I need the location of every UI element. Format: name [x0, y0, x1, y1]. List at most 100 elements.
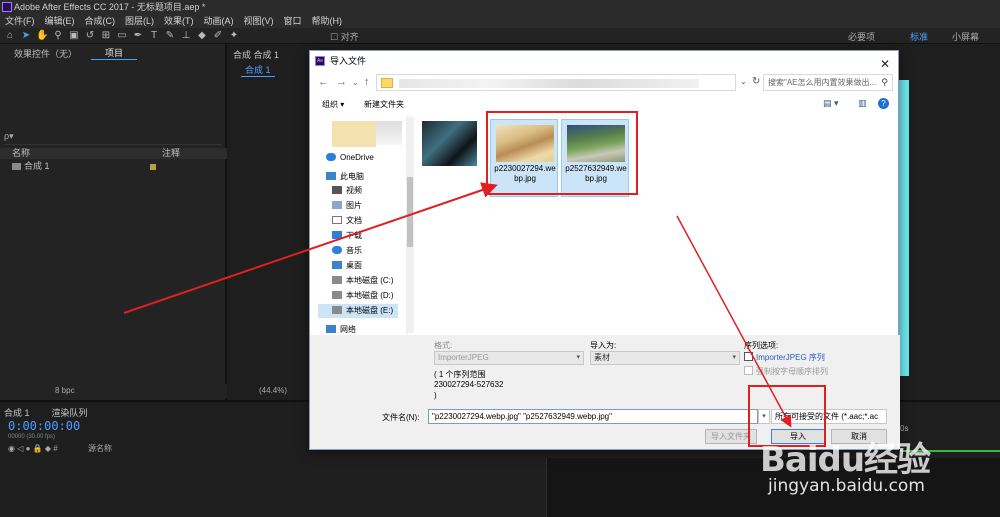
home-icon[interactable]: ⌂: [4, 30, 16, 42]
import-as-select[interactable]: 素材 ▾: [590, 351, 740, 365]
project-item-row[interactable]: 合成 1: [0, 161, 227, 172]
menu-bar: 文件(F) 编辑(E) 合成(C) 图层(L) 效果(T) 动画(A) 视图(V…: [0, 14, 1000, 28]
recent-dropdown-icon[interactable]: ⌄: [352, 78, 359, 87]
menu-effect[interactable]: 效果(T): [159, 14, 199, 28]
project-search-input[interactable]: ρ▾: [4, 131, 222, 145]
refresh-icon[interactable]: ↻: [752, 76, 760, 87]
nav-desktop[interactable]: 桌面: [332, 259, 362, 273]
nav-disk-e[interactable]: 本地磁盘 (E:): [318, 304, 398, 318]
nav-pictures-label: 图片: [346, 201, 362, 210]
current-time-display[interactable]: 0:00:00:00: [8, 419, 80, 433]
filename-label: 文件名(N):: [382, 413, 420, 422]
tab-effect-controls[interactable]: 效果控件（无）: [0, 47, 91, 60]
filename-input[interactable]: "p2230027294.webp.jpg" "p2527632949.webp…: [428, 409, 758, 424]
search-input[interactable]: 搜索"AE怎么用内置效果做出... ⚲: [763, 74, 893, 91]
bpc-indicator[interactable]: 8 bpc: [55, 386, 75, 395]
nav-videos[interactable]: 视频: [332, 184, 362, 198]
source-name-header[interactable]: 源名称: [88, 443, 112, 455]
nav-onedrive[interactable]: OneDrive: [326, 151, 374, 165]
ae-app-icon: Ae: [315, 56, 325, 66]
nav-disk-d-label: 本地磁盘 (D:): [346, 291, 394, 300]
back-arrow-icon[interactable]: ←: [318, 76, 329, 88]
zoom-tool-icon[interactable]: ⚲: [52, 30, 64, 42]
range-line-2: 230027294-527632: [434, 380, 504, 389]
nav-desktop-label: 桌面: [346, 261, 362, 270]
search-placeholder: 搜索"AE怎么用内置效果做出...: [768, 78, 877, 87]
brush-tool-icon[interactable]: ✎: [164, 30, 176, 42]
snap-toggle[interactable]: ☐ 对齐: [330, 30, 359, 43]
address-dropdown-icon[interactable]: ⌄: [740, 77, 747, 86]
rectangle-tool-icon[interactable]: ▭: [116, 30, 128, 42]
eraser-tool-icon[interactable]: ◆: [196, 30, 208, 42]
zoom-level[interactable]: (44.4%): [259, 386, 287, 395]
preview-pane-icon[interactable]: ▥: [858, 98, 867, 109]
type-tool-icon[interactable]: T: [148, 30, 160, 42]
picture-icon: [332, 201, 342, 209]
menu-file[interactable]: 文件(F): [0, 14, 40, 28]
pan-behind-tool-icon[interactable]: ⊞: [100, 30, 112, 42]
nav-documents[interactable]: 文档: [332, 214, 362, 228]
composition-subtab[interactable]: 合成 1: [241, 63, 275, 77]
menu-composition[interactable]: 合成(C): [80, 14, 121, 28]
drive-icon: [332, 291, 342, 299]
tab-project[interactable]: 项目: [91, 46, 138, 60]
camera-tool-icon[interactable]: ▣: [68, 30, 80, 42]
column-comment-header[interactable]: 注释: [162, 148, 180, 159]
nav-disk-c[interactable]: 本地磁盘 (C:): [332, 274, 394, 288]
column-name-header[interactable]: 名称: [12, 148, 30, 159]
hand-tool-icon[interactable]: ✋: [36, 30, 48, 42]
up-arrow-icon[interactable]: ↑: [364, 76, 370, 88]
change-view-icon[interactable]: ▤ ▾: [823, 98, 839, 109]
selection-tool-icon[interactable]: ➤: [20, 30, 32, 42]
blurred-quick-access-item[interactable]: [332, 121, 376, 147]
watermark-main: Baidu经验: [760, 440, 931, 480]
help-icon[interactable]: ?: [878, 98, 889, 109]
pen-tool-icon[interactable]: ✒: [132, 30, 144, 42]
menu-animation[interactable]: 动画(A): [199, 14, 239, 28]
after-effects-logo-icon: [2, 2, 12, 12]
format-select: ImporterJPEG ▾: [434, 351, 584, 365]
close-icon[interactable]: ✕: [880, 54, 890, 74]
annotation-highlight-files: [486, 111, 638, 195]
roto-brush-tool-icon[interactable]: ✐: [212, 30, 224, 42]
navigation-pane: OneDrive 此电脑 视频 图片 文档 下载 音乐 桌面 本地磁盘 (C:)…: [318, 115, 414, 335]
blurred-file-thumbnail[interactable]: [422, 121, 477, 166]
timeline-tabs: 合成 1 渲染队列: [4, 406, 88, 419]
menu-layer[interactable]: 图层(L): [120, 14, 159, 28]
tab-render-queue[interactable]: 渲染队列: [52, 406, 88, 419]
organize-button[interactable]: 组织 ▾: [322, 99, 344, 110]
workspace-standard[interactable]: 标准: [910, 30, 928, 43]
tab-timeline-comp[interactable]: 合成 1: [4, 406, 30, 419]
folder-icon: [381, 78, 393, 88]
menu-edit[interactable]: 编辑(E): [40, 14, 80, 28]
menu-view[interactable]: 视图(V): [239, 14, 279, 28]
nav-music[interactable]: 音乐: [332, 244, 362, 258]
label-color-swatch[interactable]: [150, 164, 156, 170]
command-bar: 组织 ▾ 新建文件夹 ▤ ▾ ▥ ?: [310, 96, 900, 112]
nav-onedrive-label: OneDrive: [340, 153, 374, 162]
dialog-title: 导入文件: [330, 56, 367, 66]
search-icon[interactable]: ⚲: [881, 75, 888, 90]
watermark-url: jingyan.baidu.com: [768, 476, 925, 496]
forward-arrow-icon[interactable]: →: [336, 76, 347, 88]
nav-downloads-label: 下载: [346, 231, 362, 240]
workspace-essentials[interactable]: 必要项: [848, 30, 875, 43]
sequence-checkbox-label[interactable]: ImporterJPEG 序列: [756, 352, 825, 363]
clone-stamp-tool-icon[interactable]: ⊥: [180, 30, 192, 42]
new-folder-button[interactable]: 新建文件夹: [364, 99, 404, 110]
nav-this-pc[interactable]: 此电脑: [326, 170, 364, 184]
sequence-checkbox[interactable]: [744, 352, 753, 361]
rotate-tool-icon[interactable]: ↺: [84, 30, 96, 42]
chevron-down-icon: ▾: [732, 354, 736, 361]
puppet-pin-tool-icon[interactable]: ✦: [228, 30, 240, 42]
blurred-quick-access-item-2[interactable]: [376, 121, 402, 145]
nav-pictures[interactable]: 图片: [332, 199, 362, 213]
menu-help[interactable]: 帮助(H): [307, 14, 348, 28]
workspace-small-screen[interactable]: 小屏幕: [952, 30, 979, 43]
nav-disk-d[interactable]: 本地磁盘 (D:): [332, 289, 394, 303]
menu-window[interactable]: 窗口: [279, 14, 307, 28]
switches-icon[interactable]: ◉ ◁ ● 🔒 ◆ #: [8, 444, 58, 453]
tab-composition[interactable]: 合成 合成 1: [233, 48, 279, 61]
address-bar[interactable]: [376, 74, 736, 91]
nav-downloads[interactable]: 下载: [332, 229, 362, 243]
